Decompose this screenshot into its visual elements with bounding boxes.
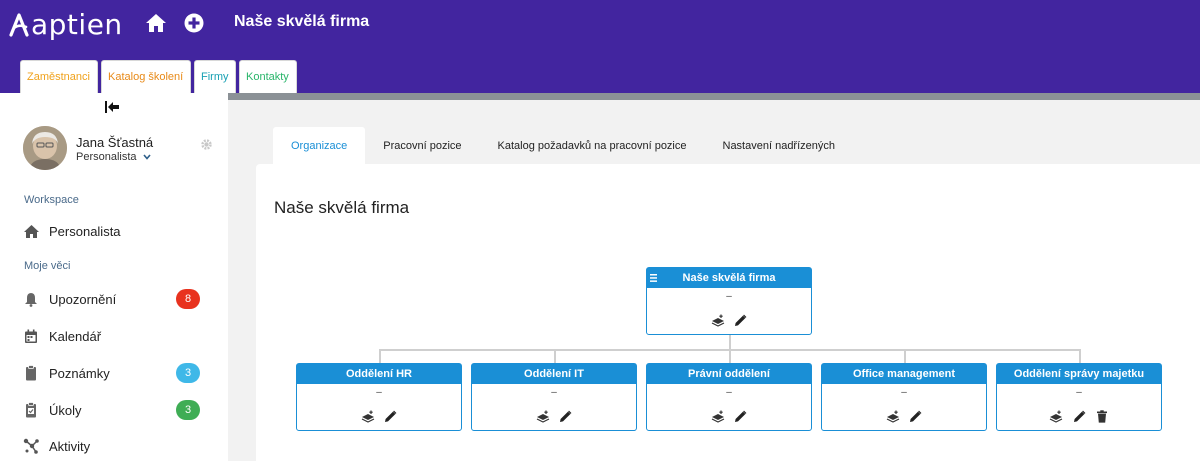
org-node-name: Právní oddělení xyxy=(688,368,770,380)
home-icon[interactable] xyxy=(145,12,167,34)
sidebar-item-label: Poznámky xyxy=(49,365,110,381)
org-connector xyxy=(379,349,381,363)
org-node[interactable]: Oddělení HR – xyxy=(296,363,462,431)
tab-label: Pracovní pozice xyxy=(383,139,462,152)
org-node-name: Naše skvělá firma xyxy=(682,272,776,284)
user-name: Jana Šťastná xyxy=(76,135,154,150)
chevron-down-icon xyxy=(142,154,151,160)
sidebar-item-personalista[interactable]: Personalista xyxy=(22,218,207,244)
logo-mark-icon xyxy=(9,13,29,37)
app-tab-label: Firmy xyxy=(201,71,229,83)
org-node-name: Oddělení IT xyxy=(524,368,584,380)
app-tab-label: Katalog školení xyxy=(108,71,184,83)
sidebar-item-kalendar[interactable]: Kalendář xyxy=(22,323,207,349)
org-node-root[interactable]: Naše skvělá firma – xyxy=(646,267,812,335)
org-node-manager: – xyxy=(726,387,732,398)
org-node-name: Oddělení HR xyxy=(345,368,412,380)
org-node[interactable]: Oddělení IT – xyxy=(471,363,637,431)
app-tab-firmy[interactable]: Firmy xyxy=(194,60,236,93)
org-node[interactable]: Právní oddělení – xyxy=(646,363,812,431)
top-header: aptien Naše skvělá firma Zaměstnanci Kat… xyxy=(0,0,1200,93)
org-node-manager: – xyxy=(551,387,557,398)
tab-katalog-pozadavku[interactable]: Katalog požadavků na pracovní pozice xyxy=(480,127,705,164)
home-icon xyxy=(22,222,40,240)
collapse-sidebar-icon[interactable] xyxy=(104,100,120,114)
notes-count-badge: 3 xyxy=(176,363,200,383)
sidebar-item-label: Kalendář xyxy=(49,328,102,344)
add-subunit-icon[interactable] xyxy=(536,409,550,423)
calendar-icon xyxy=(22,327,40,345)
add-subunit-icon[interactable] xyxy=(711,313,725,327)
task-clipboard-icon xyxy=(22,401,40,419)
main-tabs: Organizace Pracovní pozice Katalog požad… xyxy=(273,127,853,164)
tab-nastaveni-nadrizenych[interactable]: Nastavení nadřízených xyxy=(705,127,854,164)
org-node-manager: – xyxy=(376,387,382,398)
user-role: Personalista xyxy=(76,151,137,163)
company-title: Naše skvělá firma xyxy=(234,13,370,30)
menu-icon[interactable] xyxy=(650,273,657,282)
sidebar-item-ukoly[interactable]: Úkoly 3 xyxy=(22,397,207,423)
org-node-manager: – xyxy=(901,387,907,398)
org-connector xyxy=(729,349,731,363)
tab-label: Organizace xyxy=(291,139,348,152)
gear-icon[interactable] xyxy=(200,138,213,151)
org-connector xyxy=(1079,349,1081,363)
org-node-name: Oddělení správy majetku xyxy=(1013,368,1145,380)
tab-organizace[interactable]: Organizace xyxy=(273,127,366,164)
edit-pencil-icon[interactable] xyxy=(734,409,748,423)
content-top-strip xyxy=(228,93,1200,100)
app-tab-katalog-skoleni[interactable]: Katalog školení xyxy=(101,60,191,93)
add-subunit-icon[interactable] xyxy=(1049,409,1063,423)
add-circle-icon[interactable] xyxy=(183,12,205,34)
sidebar-item-label: Úkoly xyxy=(49,402,82,418)
org-connector xyxy=(904,349,906,363)
edit-pencil-icon[interactable] xyxy=(1072,409,1086,423)
logo-text: aptien xyxy=(31,7,123,41)
edit-pencil-icon[interactable] xyxy=(909,409,923,423)
edit-pencil-icon[interactable] xyxy=(734,313,748,327)
role-switcher[interactable]: Personalista xyxy=(76,151,151,163)
app-tabs: Zaměstnanci Katalog školení Firmy Kontak… xyxy=(20,60,297,93)
workspace-label: Workspace xyxy=(24,194,79,206)
clipboard-icon xyxy=(22,364,40,382)
org-node[interactable]: Oddělení správy majetku – xyxy=(996,363,1162,431)
sidebar-item-upozorneni[interactable]: Upozornění 8 xyxy=(22,286,207,312)
org-node-manager: – xyxy=(1076,387,1082,398)
add-subunit-icon[interactable] xyxy=(711,409,725,423)
aptien-logo[interactable]: aptien xyxy=(8,7,123,41)
activity-icon xyxy=(22,437,40,455)
my-things-label: Moje věci xyxy=(24,260,71,272)
add-subunit-icon[interactable] xyxy=(886,409,900,423)
sidebar-item-aktivity[interactable]: Aktivity xyxy=(22,433,207,459)
app-tab-label: Zaměstnanci xyxy=(27,71,90,83)
app-tab-zamestnanci[interactable]: Zaměstnanci xyxy=(20,60,98,93)
edit-pencil-icon[interactable] xyxy=(384,409,398,423)
page-title: Naše skvělá firma xyxy=(274,198,410,217)
org-node-name: Office management xyxy=(852,368,956,380)
org-connector xyxy=(554,349,556,363)
notification-count-badge: 8 xyxy=(176,289,200,309)
add-subunit-icon[interactable] xyxy=(361,409,375,423)
org-connector xyxy=(729,335,731,350)
trash-icon[interactable] xyxy=(1095,409,1109,423)
tab-label: Katalog požadavků na pracovní pozice xyxy=(497,139,687,152)
tasks-count-badge: 3 xyxy=(176,400,200,420)
sidebar-item-label: Upozornění xyxy=(49,291,117,307)
edit-pencil-icon[interactable] xyxy=(559,409,573,423)
sidebar-item-poznamky[interactable]: Poznámky 3 xyxy=(22,360,207,386)
org-node[interactable]: Office management – xyxy=(821,363,987,431)
tab-pracovni-pozice[interactable]: Pracovní pozice xyxy=(365,127,479,164)
app-tab-label: Kontakty xyxy=(246,71,289,83)
org-node-manager: – xyxy=(726,291,732,302)
bell-icon xyxy=(22,290,40,308)
sidebar-item-label: Aktivity xyxy=(49,438,91,454)
sidebar: Jana Šťastná Personalista Workspace Pers… xyxy=(0,93,228,461)
tab-label: Nastavení nadřízených xyxy=(722,139,836,152)
avatar[interactable] xyxy=(23,126,67,170)
app-tab-kontakty[interactable]: Kontakty xyxy=(239,60,297,93)
sidebar-item-label: Personalista xyxy=(49,223,121,239)
